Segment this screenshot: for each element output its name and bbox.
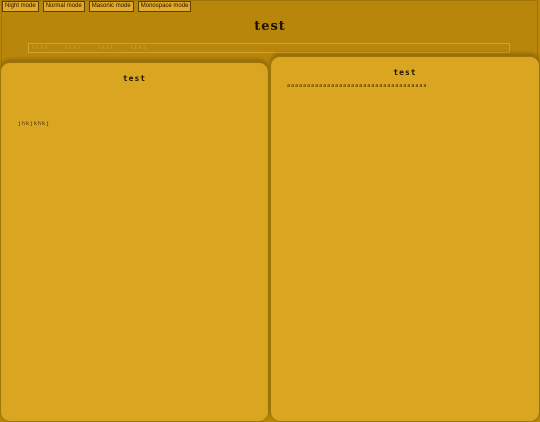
left-panel: test jhkjkhkj xyxy=(0,62,269,422)
monospace-mode-button[interactable]: Monospace mode xyxy=(137,1,192,12)
left-panel-text: jhkjkhkj xyxy=(18,121,51,127)
mode-switcher: Night mode Normal mode Masonic mode Mono… xyxy=(2,1,192,12)
nav-bar: TEXT TEXT TEXT TEXT xyxy=(28,43,510,53)
nav-link-1[interactable]: TEXT xyxy=(32,46,49,51)
right-panel-text: aaaaaaaaaaaaaaaaaaaaaaaaaaaaaaaaaaa xyxy=(287,83,428,89)
right-panel: test aaaaaaaaaaaaaaaaaaaaaaaaaaaaaaaaaaa xyxy=(270,56,540,422)
normal-mode-button[interactable]: Normal mode xyxy=(42,1,85,12)
right-panel-title: test xyxy=(393,68,417,77)
page-title: test xyxy=(254,19,286,34)
nav-link-2[interactable]: TEXT xyxy=(65,46,82,51)
night-mode-button[interactable]: Night mode xyxy=(2,1,39,12)
nav-link-4[interactable]: TEXT xyxy=(130,46,147,51)
masonic-mode-button[interactable]: Masonic mode xyxy=(88,1,134,12)
left-panel-title: test xyxy=(122,74,147,83)
nav-link-3[interactable]: TEXT xyxy=(98,46,115,51)
